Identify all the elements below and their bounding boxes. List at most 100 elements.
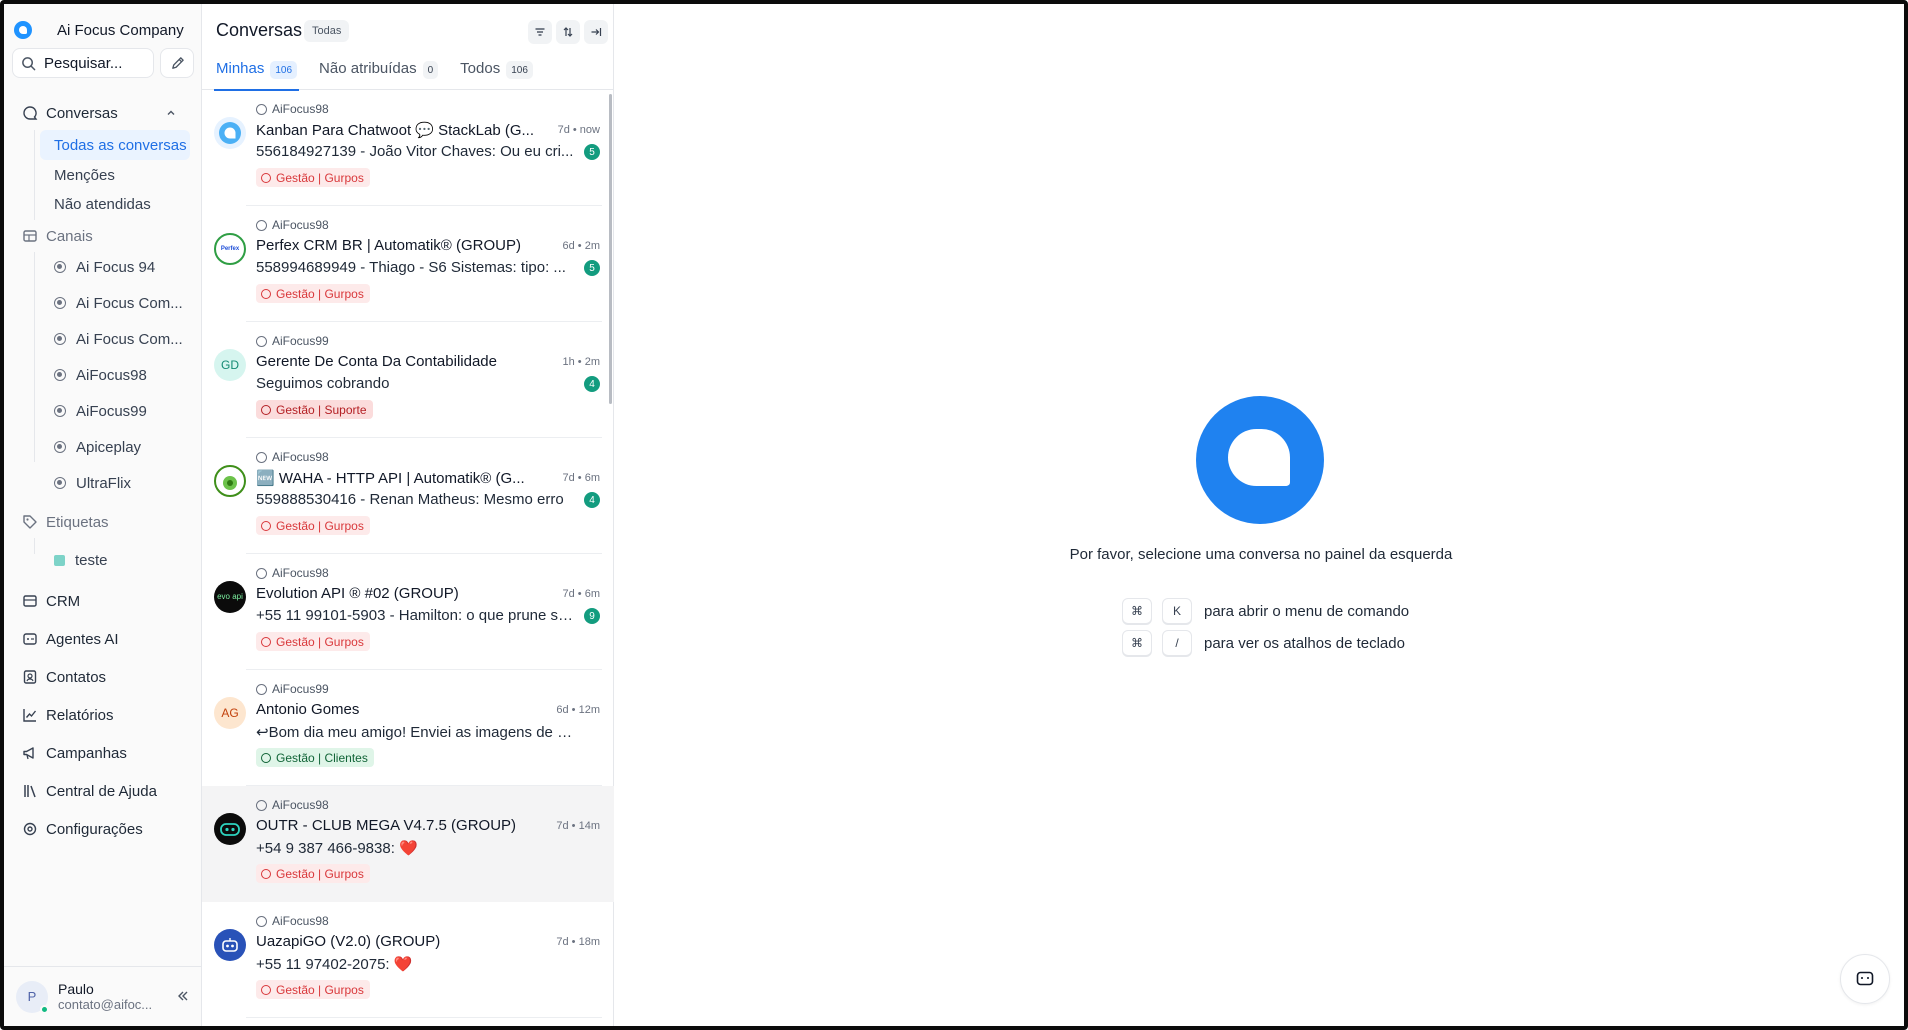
- chat-widget-button[interactable]: [1840, 954, 1890, 1004]
- timestamp: 7d • 6m: [562, 472, 600, 484]
- sidebar-item-ai-agents[interactable]: Agentes AI: [12, 624, 194, 654]
- avatar: [214, 117, 246, 149]
- sidebar-item-channel[interactable]: AiFocus98: [40, 360, 190, 390]
- sidebar-item-channel[interactable]: Apiceplay: [40, 432, 190, 462]
- sidebar-item-contacts[interactable]: Contatos: [12, 662, 194, 692]
- status-filter-pill[interactable]: Todas: [304, 20, 350, 42]
- sidebar-item-label: Conversas: [46, 104, 118, 122]
- compose-button[interactable]: [160, 48, 194, 78]
- avatar-initials: GD: [221, 358, 239, 372]
- sidebar-item-crm[interactable]: CRM: [12, 586, 194, 616]
- chevron-up-icon: [167, 110, 175, 115]
- sidebar-item-channel[interactable]: Ai Focus Com...: [40, 324, 190, 354]
- sidebar-item-conversations[interactable]: Conversas: [12, 98, 194, 128]
- label-name: teste: [75, 551, 108, 569]
- sidebar-item-label: Contatos: [46, 668, 107, 686]
- tab-mine[interactable]: Minhas 106: [213, 60, 300, 91]
- contact-name: Antonio Gomes: [256, 701, 360, 718]
- conversation-item[interactable]: AiFocus98 Kanban Para Chatwoot 💬 StackLa…: [202, 90, 614, 206]
- sidebar-item-mentions[interactable]: Menções: [40, 160, 190, 190]
- keycap: ⌘: [1122, 630, 1152, 656]
- label-tag: Gestão | Gurpos: [256, 864, 370, 883]
- sidebar-item-all-conversations[interactable]: Todas as conversas: [40, 130, 190, 160]
- conversation-item[interactable]: AiFocus98 UazapiGO (V2.0) (GROUP) 7d • 1…: [202, 902, 614, 1018]
- sidebar-item-unattended[interactable]: Não atendidas: [40, 189, 190, 219]
- sort-button[interactable]: [556, 20, 580, 44]
- user-email: contato@aifoc...: [58, 997, 153, 1012]
- label-tag: Gestão | Clientes: [256, 748, 374, 767]
- conversation-item[interactable]: GD AiFocus99 Gerente De Conta Da Contabi…: [202, 322, 614, 438]
- timestamp: 7d • 6m: [562, 588, 600, 600]
- conversation-list-panel: Conversas Todas Minhas 106 Não atribuídas…: [202, 4, 614, 1026]
- sidebar-item-label: Central de Ajuda: [46, 782, 157, 800]
- conversation-item[interactable]: Perfex AiFocus98 Perfex CRM BR | Automat…: [202, 206, 614, 322]
- brand[interactable]: Ai Focus Company: [14, 18, 184, 42]
- whatsapp-icon: [54, 261, 66, 273]
- inbox-name: AiFocus98: [256, 102, 329, 116]
- collapse-sidebar-icon[interactable]: [176, 989, 190, 1003]
- conversation-item[interactable]: AiFocus98 OUTR - CLUB MEGA V4.7.5 (GROUP…: [202, 786, 614, 902]
- sidebar-item-label: Configurações: [46, 820, 143, 838]
- sidebar-item-label-teste[interactable]: teste: [40, 545, 190, 575]
- sidebar-item-channel[interactable]: Ai Focus 94: [40, 252, 190, 282]
- inbox-label: AiFocus98: [272, 566, 329, 580]
- contact-name: OUTR - CLUB MEGA V4.7.5 (GROUP): [256, 817, 517, 834]
- tab-count: 106: [270, 61, 298, 79]
- search-input[interactable]: Pesquisar...: [12, 48, 154, 78]
- page-title: Conversas: [216, 20, 303, 40]
- conversation-item[interactable]: evo api AiFocus98 Evolution API ® #02 (G…: [202, 554, 614, 670]
- label-tag: Gestão | Gurpos: [256, 516, 370, 535]
- logo-bubble: [1228, 429, 1290, 486]
- sidebar-item-settings[interactable]: Configurações: [12, 814, 194, 844]
- last-message: 559888530416 - Renan Matheus: Mesmo erro: [256, 491, 564, 508]
- tag-icon: [23, 515, 37, 529]
- avatar: [214, 465, 246, 497]
- scrollbar[interactable]: [609, 94, 612, 404]
- whatsapp-icon: [54, 441, 66, 453]
- sidebar-item-help-center[interactable]: Central de Ajuda: [12, 776, 194, 806]
- expand-button[interactable]: [584, 20, 608, 44]
- brand-logo-icon: [14, 21, 32, 39]
- sidebar-item-channel[interactable]: AiFocus99: [40, 396, 190, 426]
- tab-unassigned[interactable]: Não atribuídas 0: [319, 60, 439, 90]
- sidebar-item-channel[interactable]: UltraFlix: [40, 468, 190, 498]
- conversation-item[interactable]: AiFocus98 🆕 WAHA - HTTP API | Automatik®…: [202, 438, 614, 554]
- sidebar-section-labels[interactable]: Etiquetas: [12, 507, 194, 537]
- whatsapp-icon: [54, 333, 66, 345]
- avatar: AG: [214, 697, 246, 729]
- last-message: +55 11 97402-2075: ❤️: [256, 956, 413, 973]
- tab-label: Todos: [460, 60, 501, 77]
- sidebar-section-channels[interactable]: Canais: [12, 221, 194, 251]
- chat-widget-icon: [1856, 971, 1874, 986]
- user-profile[interactable]: P Paulo contato@aifoc...: [4, 966, 202, 1026]
- sidebar-item-label: Agentes AI: [46, 630, 119, 648]
- avatar-initial: P: [27, 989, 37, 1004]
- search-row: Pesquisar...: [12, 48, 194, 80]
- whatsapp-icon: [54, 477, 66, 489]
- whatsapp-icon: [256, 451, 267, 463]
- user-info: Paulo contato@aifoc...: [58, 981, 152, 1012]
- last-message: ↩Bom dia meu amigo! Enviei as imagens de…: [256, 724, 576, 741]
- shortcut-hint: ⌘ / para ver os atalhos de teclado: [1122, 630, 1405, 656]
- search-placeholder: Pesquisar...: [44, 54, 123, 72]
- whatsapp-icon: [256, 915, 267, 927]
- timestamp: 7d • now: [557, 124, 600, 136]
- tab-all[interactable]: Todos 106: [460, 60, 533, 90]
- sidebar-item-reports[interactable]: Relatórios: [12, 700, 194, 730]
- sidebar-item-label: Campanhas: [46, 744, 127, 762]
- filter-icon: [535, 28, 545, 36]
- sidebar-item-campaigns[interactable]: Campanhas: [12, 738, 194, 768]
- tab-count: 0: [422, 61, 439, 79]
- whatsapp-icon: [256, 799, 267, 811]
- whatsapp-icon: [54, 297, 66, 309]
- filter-button[interactable]: [528, 20, 552, 44]
- crm-icon: [23, 595, 37, 607]
- unread-count-badge: 5: [584, 260, 600, 276]
- channel-label: Ai Focus Com...: [76, 294, 183, 312]
- label-tag: Gestão | Gurpos: [256, 980, 370, 999]
- circle-icon: [261, 288, 271, 299]
- uazapi-robot-icon: [222, 938, 238, 952]
- sidebar-item-channel[interactable]: Ai Focus Com...: [40, 288, 190, 318]
- contact-name: 🆕 WAHA - HTTP API | Automatik® (G...: [256, 470, 525, 487]
- conversation-item[interactable]: AG AiFocus99 Antonio Gomes 6d • 12m ↩Bom…: [202, 670, 614, 786]
